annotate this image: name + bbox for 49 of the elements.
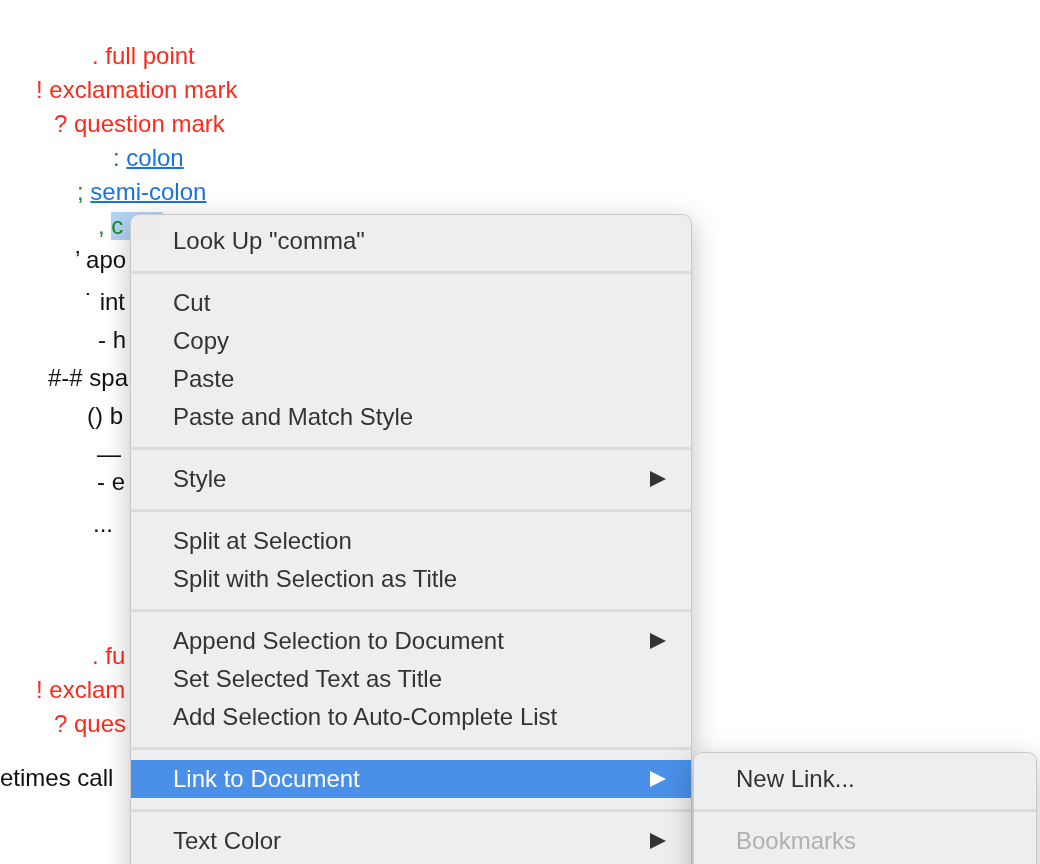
document-text: #-# spa [48, 364, 129, 392]
menu-item[interactable]: Append Selection to Document [131, 622, 691, 660]
menu-item-label: Copy [173, 327, 230, 355]
document-text: - e [97, 468, 125, 496]
menu-item[interactable]: Text Color [131, 822, 691, 860]
menu-item-label: Paste [173, 365, 235, 393]
menu-item-label: Paste and Match Style [173, 403, 414, 431]
menu-item-label: Cut [173, 289, 211, 317]
menu-item[interactable]: Split at Selection [131, 522, 691, 560]
document-text: ... [93, 510, 113, 538]
submenu-arrow-icon [649, 632, 667, 650]
menu-item[interactable]: Paste and Match Style [131, 398, 691, 436]
menu-item-label: Look Up "comma" [173, 227, 365, 255]
document-text: ; [77, 178, 85, 206]
document-text: . full point [92, 42, 195, 70]
submenu-arrow-icon [649, 832, 667, 850]
menu-item-label: Split with Selection as Title [173, 565, 458, 593]
document-text: etimes call [0, 764, 114, 792]
menu-item[interactable]: Copy [131, 322, 691, 360]
menu-item[interactable]: Cut [131, 284, 691, 322]
document-text: . fu [92, 642, 126, 670]
menu-item-label: Append Selection to Document [173, 627, 504, 655]
menu-item[interactable]: Set Selected Text as Title [131, 660, 691, 698]
document-text: ’ apo [75, 246, 127, 274]
document-text: ? ques [54, 710, 127, 738]
menu-item[interactable]: Paste [131, 360, 691, 398]
menu-item-label: Link to Document [173, 765, 360, 793]
menu-item-label: Text Color [173, 827, 282, 855]
document-text: : [113, 144, 121, 172]
document-text: - h [98, 326, 126, 354]
menu-item-label: Add Selection to Auto-Complete List [173, 703, 558, 731]
document-text: — [97, 440, 121, 468]
document-text: () b [87, 402, 123, 430]
menu-item-label: Split at Selection [173, 527, 352, 555]
text-link[interactable]: colon [126, 144, 184, 172]
submenu-arrow-icon [649, 770, 667, 788]
document-text: ! exclam [36, 676, 126, 704]
menu-item[interactable]: Style [131, 460, 691, 498]
menu-item-label: Style [173, 465, 227, 493]
submenu-arrow-icon [649, 470, 667, 488]
menu-item[interactable]: New Link... [694, 760, 1036, 798]
text-link[interactable]: semi-colon [90, 178, 207, 206]
menu-item[interactable]: Add Selection to Auto-Complete List [131, 698, 691, 736]
menu-item[interactable]: Split with Selection as Title [131, 560, 691, 598]
document-text: , [98, 212, 106, 240]
document-text: ! exclamation mark [36, 76, 238, 104]
menu-item-label: Set Selected Text as Title [173, 665, 443, 693]
document-text: ˙ int [85, 288, 125, 316]
document-text: ? question mark [54, 110, 225, 138]
